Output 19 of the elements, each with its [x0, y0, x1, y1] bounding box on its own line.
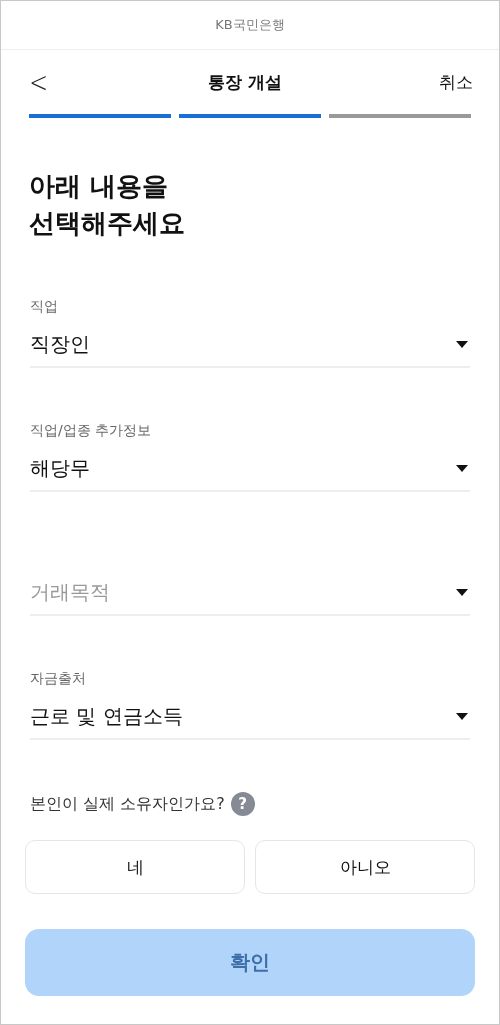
dropdown-caret-icon — [456, 588, 468, 596]
dropdown-field[interactable]: 근로 및 연금소득 — [30, 694, 470, 740]
dropdown-caret-icon — [456, 340, 468, 348]
dropdown-field[interactable]: 해당무 — [30, 446, 470, 492]
page-title: 통장 개설 — [207, 70, 282, 94]
heading-line: 선택해주세요 — [29, 207, 186, 240]
question-text: 본인이 실제 소유자인가요? — [30, 793, 225, 815]
option-button[interactable]: 아니오 — [255, 840, 475, 894]
back-button[interactable]: < — [29, 65, 49, 99]
field-label: 직업/업종 추가정보 — [30, 422, 152, 438]
cancel-button[interactable]: 취소 — [439, 70, 473, 94]
option-button[interactable]: 네 — [25, 840, 245, 894]
dropdown-field[interactable]: 직장인 — [30, 322, 470, 368]
field-label: 자금출처 — [30, 670, 86, 686]
brand-title: KB국민은행 — [215, 16, 285, 34]
field-label: 직업 — [30, 298, 58, 314]
dropdown-caret-icon — [456, 464, 468, 472]
heading-line: 아래 내용을 — [29, 170, 170, 203]
dropdown-caret-icon — [456, 712, 468, 720]
